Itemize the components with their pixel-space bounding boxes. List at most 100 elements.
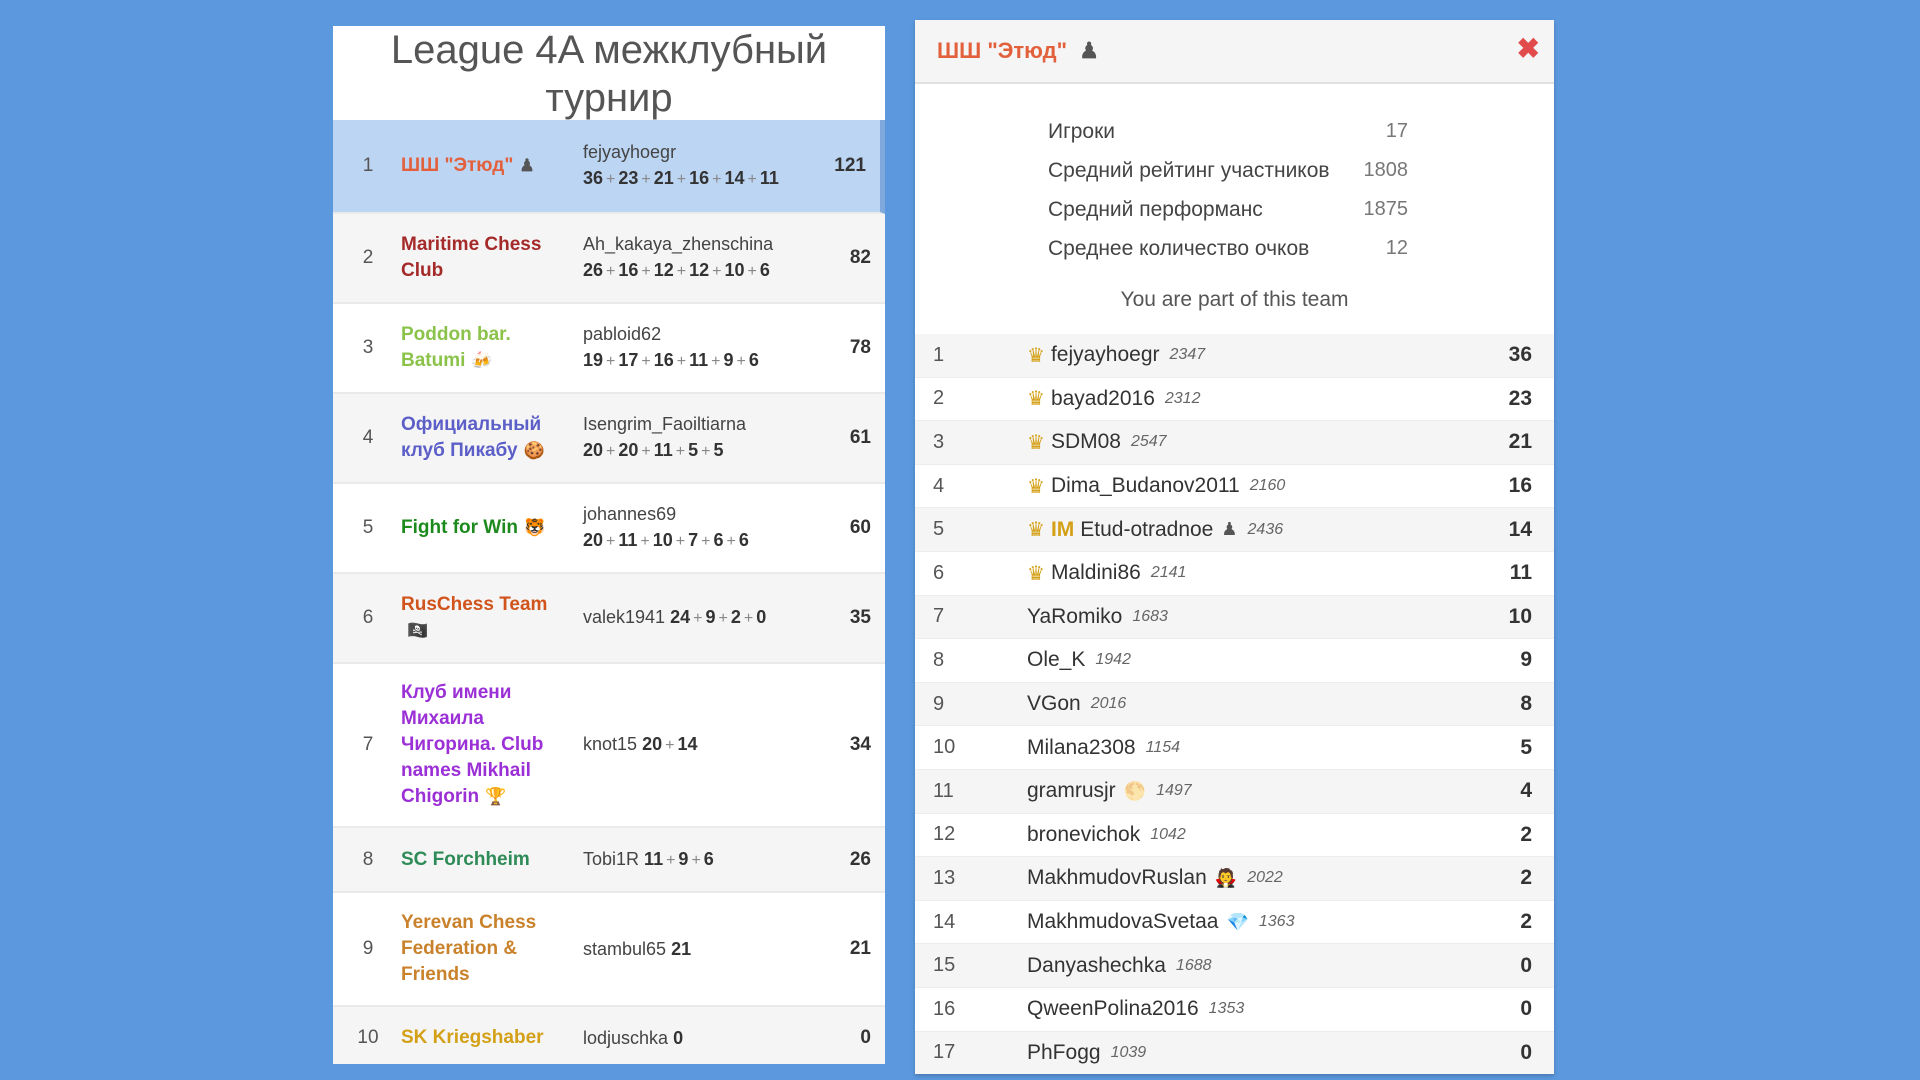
league-row[interactable]: 8 SC Forchheim Tobi1R 11 +9 +6 26	[333, 828, 885, 893]
player-name[interactable]: stambul65	[583, 939, 666, 959]
league-top-players: johannes69 20 +11 +10 +7 +6 +6	[583, 501, 823, 555]
player-name: VGon	[1027, 692, 1081, 716]
player-points: 6	[703, 848, 714, 869]
player-name[interactable]: Isengrim_Faoiltiarna	[583, 414, 746, 434]
team-player-row[interactable]: 13 MakhmudovRuslan 🧛 2022 2	[915, 857, 1554, 901]
team-player-row[interactable]: 3 ♛ SDM08 2547 21	[915, 421, 1554, 465]
player-link[interactable]: QweenPolina2016 1353	[1027, 997, 1244, 1021]
team-emblem-icon: 🏴‍☠️	[407, 621, 429, 640]
player-link[interactable]: bronevichok 1042	[1027, 823, 1186, 847]
league-row[interactable]: 2 Maritime Chess Club Ah_kakaya_zhenschina…	[333, 214, 885, 304]
team-player-row[interactable]: 7 YaRomiko 1683 10	[915, 595, 1554, 640]
team-name: Fight for Win	[401, 517, 518, 538]
team-stats: Игроки 17 Средний рейтинг участников 1808 Ср…	[1048, 112, 1408, 268]
player-score: 11	[1509, 561, 1532, 585]
team-player-row[interactable]: 11 gramrusjr 🌕 1497 4	[915, 769, 1554, 814]
team-player-row[interactable]: 10 Milana2308 1154 5	[915, 726, 1554, 770]
player-link[interactable]: ♛ bayad2016 2312	[1027, 386, 1200, 411]
player-link[interactable]: Milana2308 1154	[1027, 736, 1180, 760]
team-player-row[interactable]: 8 Ole_K 1942 9	[915, 639, 1554, 683]
league-team-link[interactable]: Официальный клуб Пикабу 🍪	[401, 412, 561, 464]
player-points: 14	[724, 168, 745, 188]
player-points: 11	[759, 168, 779, 188]
crown-icon: ♛	[1027, 431, 1045, 454]
league-row[interactable]: 6 RusChess Team🏴‍☠️ valek1941 24 +9 +2 +0 35	[333, 574, 885, 664]
player-link[interactable]: Danyashechka 1688	[1027, 954, 1212, 978]
player-name: Etud-otradnoe	[1080, 517, 1214, 541]
player-name[interactable]: knot15	[583, 734, 637, 754]
league-rank: 6	[362, 607, 374, 628]
player-link[interactable]: ♛ fejyayhoegr 2347	[1027, 343, 1205, 368]
player-points: 9	[678, 848, 689, 869]
member-note: You are part of this team	[1120, 288, 1349, 311]
league-team-link[interactable]: SK Kriegshaber	[401, 1025, 561, 1051]
player-link[interactable]: MakhmudovRuslan 🧛 2022	[1027, 866, 1283, 890]
player-name: Maldini86	[1050, 561, 1141, 585]
stat-row: Игроки 17	[1048, 112, 1408, 151]
league-row[interactable]: 5 Fight for Win 🐯 johannes69 20 +11 +10 +7 +6 +6…	[333, 484, 885, 574]
player-points: 16	[618, 260, 639, 280]
league-row[interactable]: 9 Yerevan Chess Federation & Friends stamb…	[333, 893, 885, 1007]
stat-row: Средний рейтинг участников 1808	[1048, 151, 1408, 190]
league-row[interactable]: 7 Клуб имени Михаила Чигорина. Club names…	[333, 664, 885, 828]
player-name[interactable]: fejyayhoegr	[583, 142, 676, 162]
plus-sign: +	[712, 263, 722, 280]
close-icon[interactable]: ✖	[1517, 32, 1540, 65]
league-team-link[interactable]: ШШ "Этюд" ♟	[401, 153, 561, 179]
player-link[interactable]: VGon 2016	[1027, 692, 1126, 716]
team-emblem-icon: ♟	[519, 156, 535, 175]
league-team-link[interactable]: RusChess Team 🏴‍☠️	[401, 592, 561, 644]
team-player-row[interactable]: 4 ♛ Dima_Budanov2011 2160 16	[915, 465, 1554, 509]
player-points: 14	[677, 734, 698, 754]
player-name[interactable]: Tobi1R	[583, 849, 639, 869]
team-player-row[interactable]: 2 ♛ bayad2016 2312 23	[915, 378, 1554, 422]
team-player-row[interactable]: 5 ♛ IM Etud-otradnoe ♟ 2436 14	[915, 508, 1554, 552]
league-row[interactable]: 4 Официальный клуб Пикабу 🍪 Isengrim_Faoilt…	[333, 394, 885, 484]
player-name[interactable]: Ah_kakaya_zhenschina	[583, 234, 773, 254]
league-row[interactable]: 10 SK Kriegshaber lodjuschka 00	[333, 1007, 885, 1064]
league-rank: 10	[357, 1027, 379, 1048]
team-player-row[interactable]: 9 VGon 2016 8	[915, 682, 1554, 727]
team-player-row[interactable]: 15 Danyashechka 1688 0	[915, 944, 1554, 988]
player-name: bronevichok	[1027, 822, 1141, 846]
league-team-link[interactable]: Клуб имени Михаила Чигорина. Club names …	[401, 680, 561, 810]
league-team-link[interactable]: Yerevan Chess Federation & Friends	[401, 910, 561, 988]
player-link[interactable]: MakhmudovaSvetaa 💎 1363	[1027, 910, 1294, 934]
league-title: League 4A межклубный турнир	[390, 28, 828, 120]
player-score: 14	[1508, 517, 1532, 541]
team-player-row[interactable]: 14 MakhmudovaSvetaa 💎 1363 2	[915, 901, 1554, 945]
player-name[interactable]: pabloid62	[583, 324, 661, 344]
league-team-link[interactable]: Poddon bar. Batumi 🍻	[401, 322, 561, 374]
player-link[interactable]: ♛ Maldini86 2141	[1027, 561, 1186, 586]
team-player-list: 1 ♛ fejyayhoegr 2347 36 2 ♛ bayad2016 2312 23 3 ♛ SD…	[915, 334, 1554, 1074]
player-name[interactable]: johannes69	[583, 504, 676, 524]
league-row[interactable]: 1 ШШ "Этюд" ♟ fejyayhoegr 36 +23 +21 +16 +14 +11…	[333, 120, 885, 214]
league-team-link[interactable]: Maritime Chess Club	[401, 232, 561, 284]
player-link[interactable]: ♛ SDM08 2547	[1027, 430, 1167, 455]
league-team-score: 26	[849, 848, 871, 870]
player-link[interactable]: Ole_K 1942	[1027, 648, 1131, 672]
player-link[interactable]: gramrusjr 🌕 1497	[1027, 779, 1192, 803]
league-top-players: Tobi1R 11 +9 +6	[583, 846, 823, 874]
player-link[interactable]: ♛ Dima_Budanov2011 2160	[1027, 474, 1285, 499]
player-link[interactable]: YaRomiko 1683	[1027, 605, 1168, 629]
player-link[interactable]: PhFogg 1039	[1027, 1041, 1146, 1065]
player-name[interactable]: lodjuschka	[583, 1028, 668, 1048]
player-score: 4	[1520, 779, 1532, 803]
player-name[interactable]: valek1941	[583, 607, 665, 627]
team-player-row[interactable]: 6 ♛ Maldini86 2141 11	[915, 552, 1554, 596]
player-points: 11	[618, 530, 638, 550]
league-row[interactable]: 3 Poddon bar. Batumi 🍻 pabloid62 19 +17 +16 +1…	[333, 304, 885, 394]
league-team-link[interactable]: Fight for Win 🐯	[401, 515, 561, 541]
team-panel-title[interactable]: ШШ "Этюд" ♟	[937, 38, 1099, 64]
plus-sign: +	[676, 263, 687, 280]
team-player-row[interactable]: 12 bronevichok 1042 2	[915, 814, 1554, 858]
player-link[interactable]: ♛ IM Etud-otradnoe ♟ 2436	[1027, 517, 1283, 542]
team-player-row[interactable]: 17 PhFogg 1039 0	[915, 1031, 1554, 1074]
team-player-row[interactable]: 16 QweenPolina2016 1353 0	[915, 988, 1554, 1032]
player-points: 10	[652, 530, 673, 550]
league-team-link[interactable]: SC Forchheim	[401, 847, 561, 873]
plus-sign: +	[641, 263, 651, 280]
team-player-row[interactable]: 1 ♛ fejyayhoegr 2347 36	[915, 334, 1554, 378]
league-team-score: 82	[849, 247, 871, 268]
